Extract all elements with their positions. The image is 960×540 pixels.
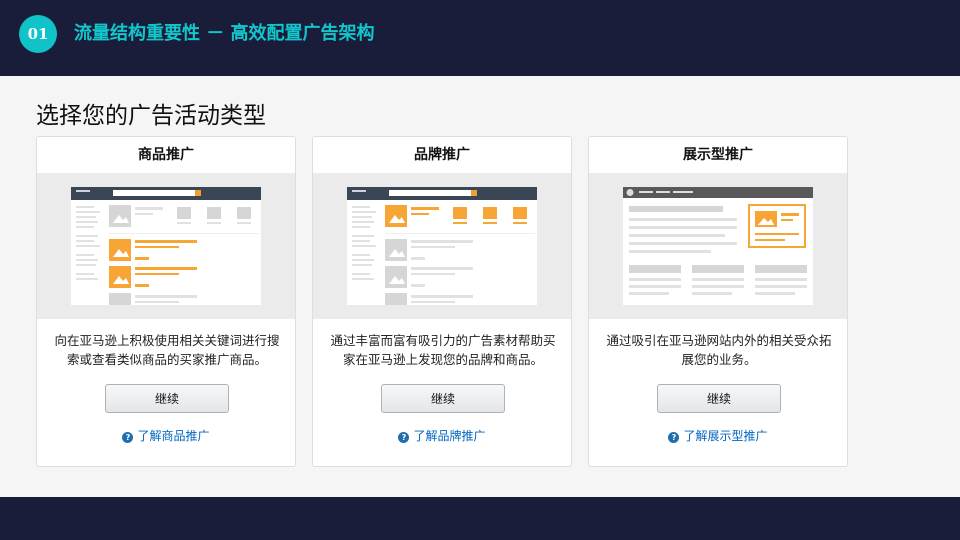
card-title: 品牌推广 — [414, 147, 470, 163]
card-title: 展示型推广 — [683, 147, 753, 163]
question-circle-icon: ? — [398, 432, 410, 443]
sponsored-products-illustration — [37, 173, 295, 319]
sponsored-display-illustration — [589, 173, 847, 319]
slide-title: 流量结构重要性 － 高效配置广告架构 — [74, 23, 375, 44]
learn-more-link[interactable]: ? 了解品牌推广 — [313, 427, 571, 444]
card-description: 通过丰富而富有吸引力的广告素材帮助买家在亚马逊上发现您的品牌和商品。 — [330, 333, 556, 367]
question-circle-icon: ? — [122, 432, 134, 443]
learn-more-label[interactable]: 了解品牌推广 — [413, 429, 485, 443]
learn-more-label[interactable]: 了解展示型推广 — [683, 429, 767, 443]
learn-more-link[interactable]: ? 了解展示型推广 — [589, 427, 847, 444]
card-title: 商品推广 — [138, 147, 194, 163]
card-sponsored-brands: 品牌推广 通过丰富而富有吸引力的广告素材帮助买家在亚马逊上发现您的品牌和商品。 … — [312, 136, 572, 467]
continue-button[interactable]: 继续 — [657, 384, 781, 413]
card-description: 向在亚马逊上积极使用相关关键词进行搜索或查看类似商品的买家推广商品。 — [54, 333, 280, 367]
card-sponsored-display: 展示型推广 通过吸引在亚马逊网站内外的相关受众拓展您的业务。 继续 ? 了解展示… — [588, 136, 848, 467]
footer-bar — [0, 497, 960, 540]
sponsored-brands-illustration — [313, 173, 571, 319]
continue-button[interactable]: 继续 — [105, 384, 229, 413]
header-bar: 01 流量结构重要性 － 高效配置广告架构 — [0, 0, 960, 76]
section-number-badge: 01 — [19, 15, 57, 53]
learn-more-label[interactable]: 了解商品推广 — [137, 429, 209, 443]
continue-button[interactable]: 继续 — [381, 384, 505, 413]
card-description: 通过吸引在亚马逊网站内外的相关受众拓展您的业务。 — [606, 333, 832, 367]
campaign-type-panel: 选择您的广告活动类型 商品推广 向在亚马逊上积极使用相关关键词进行搜索或查看类似… — [0, 76, 960, 497]
card-sponsored-products: 商品推广 向在亚马逊上积极使用相关关键词进行搜索或查看类似商品的买家推广商品。 … — [36, 136, 296, 467]
page-heading: 选择您的广告活动类型 — [36, 103, 266, 129]
learn-more-link[interactable]: ? 了解商品推广 — [37, 427, 295, 444]
question-circle-icon: ? — [668, 432, 680, 443]
